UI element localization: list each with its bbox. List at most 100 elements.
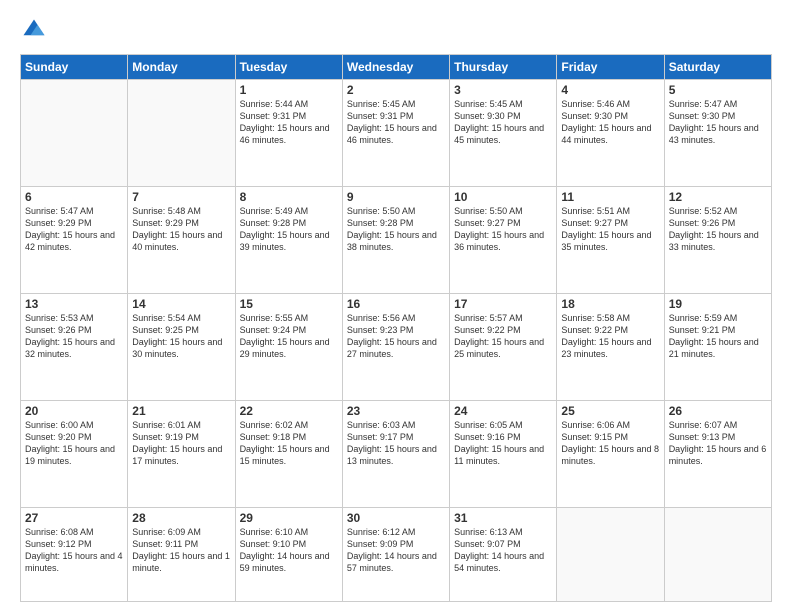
day-info: Sunrise: 6:07 AMSunset: 9:13 PMDaylight:… [669, 419, 767, 468]
day-cell-19: 19Sunrise: 5:59 AMSunset: 9:21 PMDayligh… [664, 294, 771, 401]
empty-cell [557, 508, 664, 602]
day-cell-20: 20Sunrise: 6:00 AMSunset: 9:20 PMDayligh… [21, 401, 128, 508]
day-info: Sunrise: 5:51 AMSunset: 9:27 PMDaylight:… [561, 205, 659, 254]
day-cell-25: 25Sunrise: 6:06 AMSunset: 9:15 PMDayligh… [557, 401, 664, 508]
day-number: 28 [132, 511, 230, 525]
day-number: 18 [561, 297, 659, 311]
day-number: 25 [561, 404, 659, 418]
day-cell-2: 2Sunrise: 5:45 AMSunset: 9:31 PMDaylight… [342, 80, 449, 187]
day-cell-13: 13Sunrise: 5:53 AMSunset: 9:26 PMDayligh… [21, 294, 128, 401]
day-info: Sunrise: 6:10 AMSunset: 9:10 PMDaylight:… [240, 526, 338, 575]
day-number: 17 [454, 297, 552, 311]
day-number: 10 [454, 190, 552, 204]
week-row-4: 20Sunrise: 6:00 AMSunset: 9:20 PMDayligh… [21, 401, 772, 508]
header [20, 16, 772, 44]
day-number: 5 [669, 83, 767, 97]
day-info: Sunrise: 6:08 AMSunset: 9:12 PMDaylight:… [25, 526, 123, 575]
weekday-header-wednesday: Wednesday [342, 55, 449, 80]
day-number: 30 [347, 511, 445, 525]
weekday-header-sunday: Sunday [21, 55, 128, 80]
day-cell-29: 29Sunrise: 6:10 AMSunset: 9:10 PMDayligh… [235, 508, 342, 602]
day-cell-22: 22Sunrise: 6:02 AMSunset: 9:18 PMDayligh… [235, 401, 342, 508]
day-info: Sunrise: 5:57 AMSunset: 9:22 PMDaylight:… [454, 312, 552, 361]
day-info: Sunrise: 6:01 AMSunset: 9:19 PMDaylight:… [132, 419, 230, 468]
day-info: Sunrise: 5:45 AMSunset: 9:31 PMDaylight:… [347, 98, 445, 147]
day-number: 29 [240, 511, 338, 525]
weekday-header-thursday: Thursday [450, 55, 557, 80]
day-number: 6 [25, 190, 123, 204]
day-info: Sunrise: 5:48 AMSunset: 9:29 PMDaylight:… [132, 205, 230, 254]
day-number: 3 [454, 83, 552, 97]
day-number: 20 [25, 404, 123, 418]
weekday-header-row: SundayMondayTuesdayWednesdayThursdayFrid… [21, 55, 772, 80]
weekday-header-tuesday: Tuesday [235, 55, 342, 80]
day-cell-18: 18Sunrise: 5:58 AMSunset: 9:22 PMDayligh… [557, 294, 664, 401]
day-cell-31: 31Sunrise: 6:13 AMSunset: 9:07 PMDayligh… [450, 508, 557, 602]
logo-icon [20, 16, 48, 44]
day-info: Sunrise: 6:13 AMSunset: 9:07 PMDaylight:… [454, 526, 552, 575]
day-cell-10: 10Sunrise: 5:50 AMSunset: 9:27 PMDayligh… [450, 187, 557, 294]
day-cell-16: 16Sunrise: 5:56 AMSunset: 9:23 PMDayligh… [342, 294, 449, 401]
day-number: 1 [240, 83, 338, 97]
day-number: 14 [132, 297, 230, 311]
day-cell-8: 8Sunrise: 5:49 AMSunset: 9:28 PMDaylight… [235, 187, 342, 294]
day-cell-30: 30Sunrise: 6:12 AMSunset: 9:09 PMDayligh… [342, 508, 449, 602]
day-number: 26 [669, 404, 767, 418]
day-cell-12: 12Sunrise: 5:52 AMSunset: 9:26 PMDayligh… [664, 187, 771, 294]
day-number: 11 [561, 190, 659, 204]
day-number: 8 [240, 190, 338, 204]
day-info: Sunrise: 6:05 AMSunset: 9:16 PMDaylight:… [454, 419, 552, 468]
day-number: 4 [561, 83, 659, 97]
day-info: Sunrise: 5:45 AMSunset: 9:30 PMDaylight:… [454, 98, 552, 147]
empty-cell [21, 80, 128, 187]
day-number: 2 [347, 83, 445, 97]
day-cell-15: 15Sunrise: 5:55 AMSunset: 9:24 PMDayligh… [235, 294, 342, 401]
day-number: 12 [669, 190, 767, 204]
day-info: Sunrise: 6:09 AMSunset: 9:11 PMDaylight:… [132, 526, 230, 575]
day-info: Sunrise: 5:52 AMSunset: 9:26 PMDaylight:… [669, 205, 767, 254]
weekday-header-saturday: Saturday [664, 55, 771, 80]
week-row-5: 27Sunrise: 6:08 AMSunset: 9:12 PMDayligh… [21, 508, 772, 602]
day-info: Sunrise: 5:50 AMSunset: 9:28 PMDaylight:… [347, 205, 445, 254]
page: SundayMondayTuesdayWednesdayThursdayFrid… [0, 0, 792, 612]
day-cell-28: 28Sunrise: 6:09 AMSunset: 9:11 PMDayligh… [128, 508, 235, 602]
day-cell-4: 4Sunrise: 5:46 AMSunset: 9:30 PMDaylight… [557, 80, 664, 187]
day-number: 19 [669, 297, 767, 311]
day-cell-6: 6Sunrise: 5:47 AMSunset: 9:29 PMDaylight… [21, 187, 128, 294]
day-info: Sunrise: 6:02 AMSunset: 9:18 PMDaylight:… [240, 419, 338, 468]
day-cell-17: 17Sunrise: 5:57 AMSunset: 9:22 PMDayligh… [450, 294, 557, 401]
day-info: Sunrise: 5:53 AMSunset: 9:26 PMDaylight:… [25, 312, 123, 361]
empty-cell [128, 80, 235, 187]
day-number: 21 [132, 404, 230, 418]
day-number: 7 [132, 190, 230, 204]
day-cell-11: 11Sunrise: 5:51 AMSunset: 9:27 PMDayligh… [557, 187, 664, 294]
day-cell-7: 7Sunrise: 5:48 AMSunset: 9:29 PMDaylight… [128, 187, 235, 294]
weekday-header-friday: Friday [557, 55, 664, 80]
weekday-header-monday: Monday [128, 55, 235, 80]
day-cell-24: 24Sunrise: 6:05 AMSunset: 9:16 PMDayligh… [450, 401, 557, 508]
day-cell-14: 14Sunrise: 5:54 AMSunset: 9:25 PMDayligh… [128, 294, 235, 401]
day-number: 9 [347, 190, 445, 204]
day-info: Sunrise: 5:47 AMSunset: 9:29 PMDaylight:… [25, 205, 123, 254]
day-cell-27: 27Sunrise: 6:08 AMSunset: 9:12 PMDayligh… [21, 508, 128, 602]
day-info: Sunrise: 5:54 AMSunset: 9:25 PMDaylight:… [132, 312, 230, 361]
day-number: 23 [347, 404, 445, 418]
day-info: Sunrise: 5:47 AMSunset: 9:30 PMDaylight:… [669, 98, 767, 147]
day-info: Sunrise: 6:06 AMSunset: 9:15 PMDaylight:… [561, 419, 659, 468]
week-row-3: 13Sunrise: 5:53 AMSunset: 9:26 PMDayligh… [21, 294, 772, 401]
day-info: Sunrise: 6:03 AMSunset: 9:17 PMDaylight:… [347, 419, 445, 468]
day-cell-26: 26Sunrise: 6:07 AMSunset: 9:13 PMDayligh… [664, 401, 771, 508]
week-row-1: 1Sunrise: 5:44 AMSunset: 9:31 PMDaylight… [21, 80, 772, 187]
day-number: 16 [347, 297, 445, 311]
day-number: 31 [454, 511, 552, 525]
day-cell-5: 5Sunrise: 5:47 AMSunset: 9:30 PMDaylight… [664, 80, 771, 187]
day-number: 22 [240, 404, 338, 418]
day-number: 13 [25, 297, 123, 311]
day-number: 15 [240, 297, 338, 311]
day-info: Sunrise: 5:58 AMSunset: 9:22 PMDaylight:… [561, 312, 659, 361]
day-info: Sunrise: 6:00 AMSunset: 9:20 PMDaylight:… [25, 419, 123, 468]
day-cell-21: 21Sunrise: 6:01 AMSunset: 9:19 PMDayligh… [128, 401, 235, 508]
logo [20, 16, 52, 44]
day-info: Sunrise: 5:59 AMSunset: 9:21 PMDaylight:… [669, 312, 767, 361]
day-number: 27 [25, 511, 123, 525]
